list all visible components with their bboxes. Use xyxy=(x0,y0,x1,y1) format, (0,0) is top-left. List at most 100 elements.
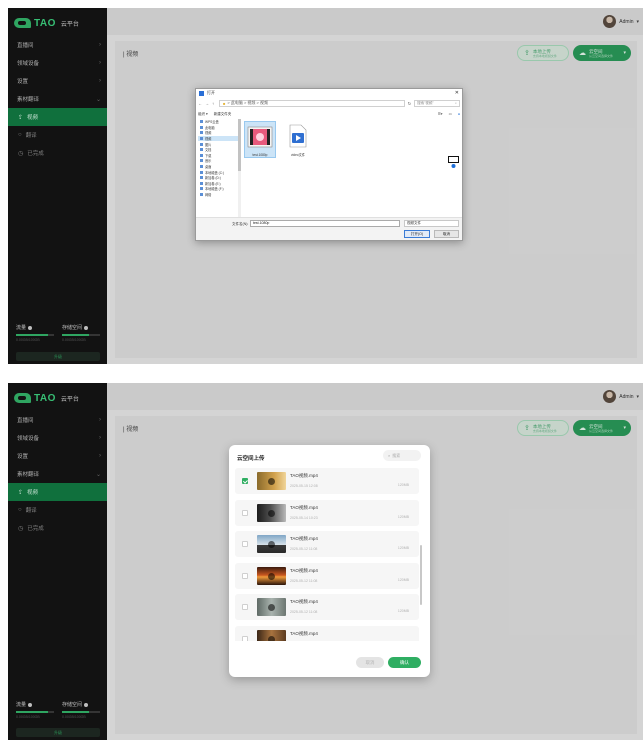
drive-icon xyxy=(200,187,203,191)
drive-icon xyxy=(200,181,203,185)
video-date: 2025-05-14 10:23 xyxy=(290,515,318,520)
video-folder-icon xyxy=(200,131,203,135)
command-bar: 组织 ▾ 新建文件夹 ☰▾ ▭ ● xyxy=(198,110,460,118)
play-icon xyxy=(268,572,275,580)
video-size: 120MB xyxy=(397,514,409,519)
app-icon xyxy=(199,90,204,96)
drive-icon xyxy=(200,170,203,174)
address-bar[interactable]: ■ > 此电脑 > 视频 > 视频 xyxy=(219,99,405,107)
play-icon xyxy=(268,604,275,611)
view-options-icon[interactable]: ☰▾ xyxy=(438,112,443,116)
search-icon: ⌕ xyxy=(388,453,391,458)
list-item[interactable]: TAO视频.mp4 2025-05-12 11:08 120MB xyxy=(235,562,419,589)
refresh-icon[interactable]: ↻ xyxy=(408,101,411,106)
video-thumbnail xyxy=(257,472,286,490)
modal-title: 云空间上传 xyxy=(237,456,265,462)
checkbox-checked[interactable] xyxy=(242,478,248,484)
organize-button[interactable]: 组织 ▾ xyxy=(198,112,208,117)
up-icon[interactable]: ↑ xyxy=(212,101,214,106)
video-size: 120MB xyxy=(397,609,409,613)
nav-item-label: 本地磁盘 (C:) xyxy=(205,170,224,175)
video-date: 2025-05-15 12:08 xyxy=(290,484,318,488)
desktop-icon xyxy=(200,165,203,169)
nav-item[interactable]: 网络 xyxy=(198,192,238,198)
modal-confirm-button[interactable]: 确认 xyxy=(388,657,421,668)
search-icon: ⌕ xyxy=(455,101,457,105)
file-name: video文件 xyxy=(291,153,305,157)
nav-scrollbar[interactable] xyxy=(238,119,241,217)
video-folder-icon xyxy=(200,137,203,141)
forward-icon[interactable]: → xyxy=(205,101,209,106)
open-button[interactable]: 打开(O) xyxy=(404,230,430,238)
checkbox[interactable] xyxy=(242,509,248,516)
nav-item-label: 视频 xyxy=(205,131,212,136)
modal-cancel-button[interactable]: 取消 xyxy=(356,657,384,668)
video-date: 2025-05-12 11:08 xyxy=(290,578,318,583)
play-icon xyxy=(268,541,275,548)
nav-item-label: 下载 xyxy=(205,153,212,158)
list-item[interactable]: TAO视频.mp4 2025-05-15 12:08 120MB xyxy=(235,468,419,494)
video-size: 120MB xyxy=(397,577,409,582)
nav-item-label: 图片 xyxy=(205,142,212,147)
video-list: TAO视频.mp4 2025-05-15 12:08 120MB TAO视频.m… xyxy=(235,468,419,641)
nav-item-label: WPS云盘 xyxy=(205,120,219,125)
video-name: TAO视频.mp4 xyxy=(290,473,318,478)
navigation-pane: WPS云盘 此电脑 视频 视频 图片 文档 下载 音乐 桌面 本地磁盘 (C:)… xyxy=(198,119,238,217)
list-item[interactable]: TAO视频.mp4 2025-05-14 10:23 120MB xyxy=(235,499,419,526)
address-row: ← → ↑ ■ > 此电脑 > 视频 > 视频 ↻ 搜索"视频" ⌕ xyxy=(198,98,460,108)
video-name: TAO视频.mp4 xyxy=(290,630,318,636)
close-icon[interactable]: ✕ xyxy=(455,90,459,96)
dialog-titlebar: 打开 ✕ xyxy=(196,89,462,97)
scrollbar-thumb[interactable] xyxy=(238,119,241,171)
dialog-cancel-button[interactable]: 取消 xyxy=(434,230,459,238)
file-item[interactable]: video文件 xyxy=(282,121,314,157)
download-icon xyxy=(200,153,203,157)
video-thumbnail xyxy=(257,503,286,522)
nav-item-label: 新加卷 (D:) xyxy=(205,176,221,181)
modal-search-input[interactable]: ⌕ 搜索 xyxy=(383,450,421,461)
app-window-cloud-modal: TAO 云平台 直播间 › 领域设备 › 设置 › 素材翻译 ⌄ ⇪ 视频 ○ 翻译 ◷ 已完… xyxy=(8,383,643,740)
file-item-selected[interactable]: test.1080p xyxy=(244,121,276,158)
app-window-file-dialog: TAO 云平台 直播间 › 领域设备 › 设置 › 素材翻译 ⌄ ⇪ 视频 ○ 翻译 ◷ 已完… xyxy=(8,8,643,364)
file-list: test.1080p video文件 xyxy=(244,119,446,217)
dialog-title: 打开 xyxy=(207,90,215,95)
pictures-icon xyxy=(200,142,203,146)
play-icon xyxy=(268,635,275,641)
nav-item-label: 文档 xyxy=(205,148,212,153)
video-size: 120MB xyxy=(397,546,409,550)
music-icon xyxy=(200,159,203,163)
file-name: test.1080p xyxy=(252,153,268,157)
new-folder-button[interactable]: 新建文件夹 xyxy=(214,112,232,117)
nav-item-label: 新加卷 (E:) xyxy=(205,181,221,186)
back-icon[interactable]: ← xyxy=(198,101,202,106)
list-scrollbar[interactable] xyxy=(420,545,422,605)
nav-item-label: 视频 xyxy=(205,137,212,142)
checkbox[interactable] xyxy=(242,604,248,610)
checkbox[interactable] xyxy=(242,572,248,579)
video-name: TAO视频.mp4 xyxy=(290,504,318,510)
list-item[interactable]: TAO视频.mp4 xyxy=(235,625,419,641)
video-thumbnail xyxy=(257,629,286,641)
checkbox[interactable] xyxy=(242,635,248,641)
modal-search-placeholder: 搜索 xyxy=(392,452,401,458)
filename-label: 文件名(N): xyxy=(232,222,249,226)
video-date: 2025-05-12 11:08 xyxy=(290,547,318,551)
nav-item-label: 音乐 xyxy=(205,159,212,164)
video-date: 2025-05-12 11:08 xyxy=(290,610,318,614)
dialog-footer: 文件名(N): test.1080p 视频文件 打开(O) 取消 xyxy=(196,217,462,240)
list-item[interactable]: TAO视频.mp4 2025-05-12 11:08 120MB xyxy=(235,531,419,557)
list-item[interactable]: TAO视频.mp4 2025-05-12 11:08 120MB xyxy=(235,594,419,620)
cloud-drive-icon xyxy=(200,120,203,124)
dialog-search-input[interactable]: 搜索"视频" ⌕ xyxy=(414,99,460,107)
video-thumbnail xyxy=(257,535,286,553)
help-icon[interactable]: ● xyxy=(458,112,460,116)
filetype-select[interactable]: 视频文件 xyxy=(404,220,459,227)
filename-input[interactable]: test.1080p xyxy=(250,220,400,227)
folder-icon: ■ xyxy=(223,100,226,106)
dialog-search-placeholder: 搜索"视频" xyxy=(417,100,434,105)
preview-pane-icon[interactable]: ▭ xyxy=(449,112,452,116)
cloud-upload-modal: 云空间上传 ⌕ 搜索 TAO视频.mp4 2025-05-15 12:08 12… xyxy=(229,445,430,677)
checkbox[interactable] xyxy=(242,541,248,547)
preview-icon xyxy=(448,156,459,168)
video-name: TAO视频.mp4 xyxy=(290,567,318,573)
